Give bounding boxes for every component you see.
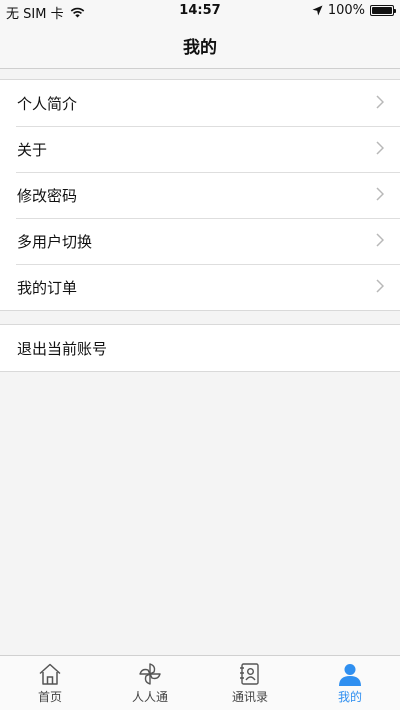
chevron-right-icon — [376, 141, 384, 155]
battery-fill — [372, 7, 392, 14]
chevron-right-icon — [376, 187, 384, 201]
logout-group: 退出当前账号 — [0, 324, 400, 372]
tab-renrentong[interactable]: 人人通 — [100, 656, 200, 710]
tab-label: 我的 — [337, 690, 362, 704]
menu-item-switch-user[interactable]: 多用户切换 — [0, 218, 400, 264]
battery-percent: 100% — [327, 3, 365, 18]
menu-item-label: 我的订单 — [17, 278, 78, 297]
status-right: 100% — [312, 3, 396, 18]
menu-item-my-orders[interactable]: 我的订单 — [0, 264, 400, 310]
chevron-right-icon — [376, 233, 384, 247]
logout-label: 退出当前账号 — [17, 339, 108, 358]
tab-label: 通讯录 — [231, 690, 268, 704]
logout-button[interactable]: 退出当前账号 — [0, 325, 400, 371]
menu-item-change-password[interactable]: 修改密码 — [0, 172, 400, 218]
menu-item-about[interactable]: 关于 — [0, 126, 400, 172]
chevron-right-icon — [376, 279, 384, 293]
menu-item-profile[interactable]: 个人简介 — [0, 80, 400, 126]
location-arrow-icon — [312, 5, 323, 16]
battery-icon — [370, 5, 396, 16]
home-icon — [39, 663, 61, 685]
menu-item-label: 个人简介 — [17, 94, 78, 113]
chevron-right-icon — [376, 95, 384, 109]
tab-mine[interactable]: 我的 — [300, 656, 400, 710]
menu-item-label: 关于 — [17, 140, 48, 159]
tab-home[interactable]: 首页 — [0, 656, 100, 710]
user-icon — [339, 664, 361, 686]
menu-item-label: 多用户切换 — [17, 232, 93, 251]
tab-label: 首页 — [37, 690, 62, 704]
status-bar: 无 SIM 卡 14:57 100% — [0, 0, 400, 22]
menu-item-label: 修改密码 — [17, 186, 78, 205]
tab-label: 人人通 — [131, 690, 168, 704]
tab-bar: 首页 人人通 通讯录 我的 — [0, 655, 400, 710]
settings-menu-group: 个人简介 关于 修改密码 多用户切换 我的订单 — [0, 79, 400, 311]
nav-bar: 我的 — [0, 22, 400, 69]
tab-contacts[interactable]: 通讯录 — [200, 656, 300, 710]
pinwheel-icon — [139, 663, 161, 685]
page-title: 我的 — [183, 37, 217, 58]
contacts-book-icon — [240, 663, 259, 685]
